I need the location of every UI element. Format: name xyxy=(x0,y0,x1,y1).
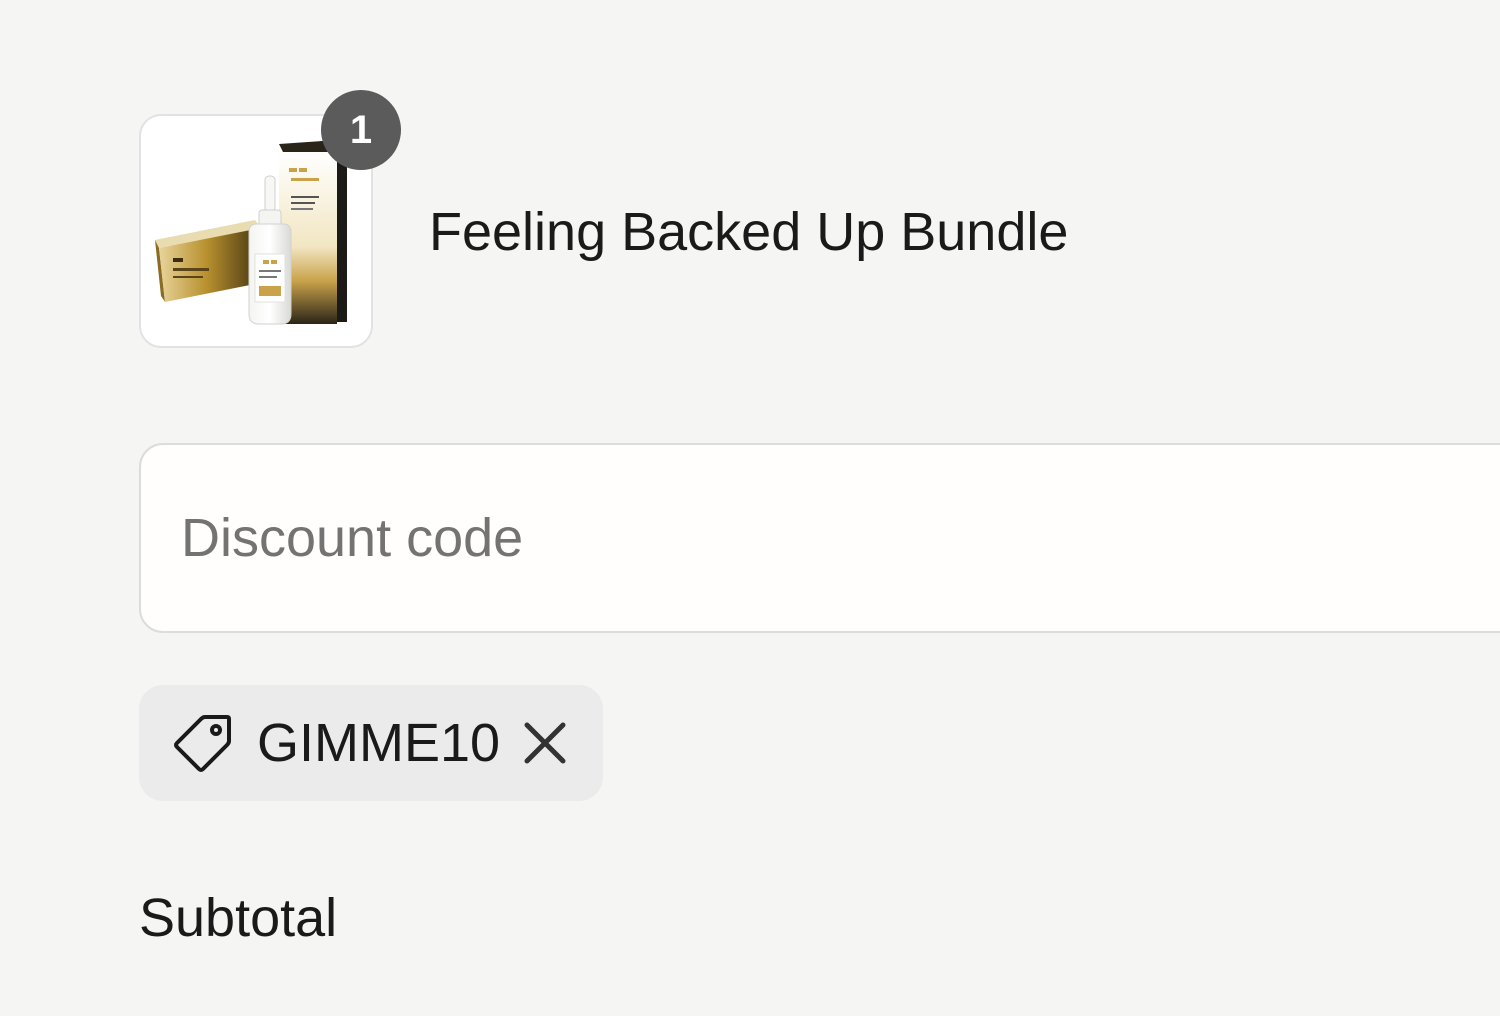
discount-code-field xyxy=(139,443,1500,633)
product-title: Feeling Backed Up Bundle xyxy=(429,202,1069,262)
discount-code-input[interactable] xyxy=(181,445,1481,631)
tag-icon xyxy=(174,715,231,772)
subtotal-label: Subtotal xyxy=(139,888,338,948)
close-icon[interactable] xyxy=(517,715,573,771)
line-item: 1 Feeling Backed Up Bundle xyxy=(139,90,1439,352)
quantity-badge: 1 xyxy=(321,90,401,170)
applied-discount-code: GIMME10 xyxy=(257,713,501,773)
applied-discount-chip: GIMME10 xyxy=(139,685,603,801)
order-summary: 1 Feeling Backed Up Bundle GIMME10 Subto… xyxy=(0,0,1500,1016)
